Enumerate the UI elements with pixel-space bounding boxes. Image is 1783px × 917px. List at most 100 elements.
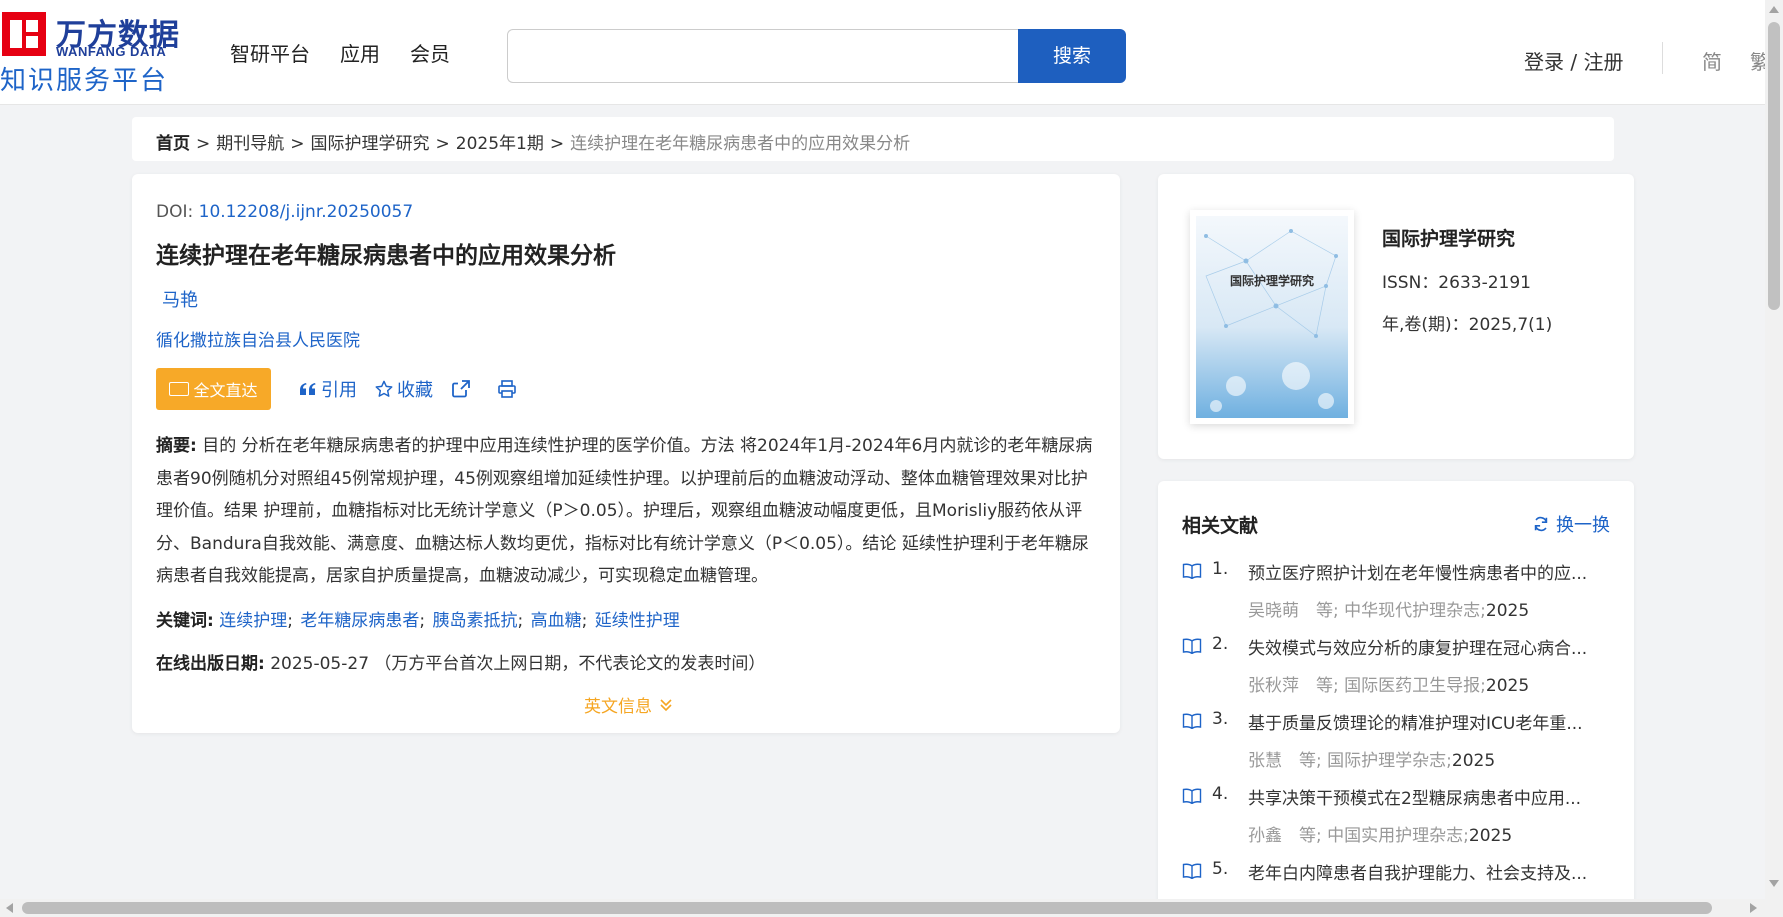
pubdate-label: 在线出版日期: — [156, 654, 265, 674]
cite-label: 引用 — [321, 380, 357, 401]
related-source: 中国实用护理杂志; — [1327, 826, 1469, 846]
breadcrumb-sep: > — [196, 134, 211, 154]
cover-title: 国际护理学研究 — [1229, 274, 1314, 288]
book-icon — [1182, 638, 1202, 654]
related-num: 2. — [1212, 634, 1229, 654]
refresh-label: 换一换 — [1556, 515, 1610, 536]
share-button[interactable] — [451, 379, 471, 399]
article-title: 连续护理在老年糖尿病患者中的应用效果分析 — [156, 243, 616, 269]
keyword-link[interactable]: 延续性护理 — [595, 611, 680, 631]
journal-card: 国际护理学研究 国际护理学研究 ISSN：2633-2191 年,卷(期)：20… — [1158, 174, 1634, 459]
english-info-label: 英文信息 — [584, 697, 652, 717]
related-heading: 相关文献 — [1182, 515, 1259, 537]
book-icon — [1182, 863, 1202, 879]
nav-item-apps[interactable]: 应用 — [340, 38, 380, 67]
horizontal-scrollbar[interactable] — [0, 899, 1765, 917]
keyword-sep: ; — [419, 611, 426, 631]
doi-link[interactable]: 10.12208/j.ijnr.20250057 — [199, 202, 414, 222]
breadcrumb-journal[interactable]: 国际护理学研究 — [311, 134, 430, 154]
collect-button[interactable]: 收藏 — [375, 376, 433, 402]
article-card: DOI: 10.12208/j.ijnr.20250057 连续护理在老年糖尿病… — [132, 174, 1120, 733]
related-num: 4. — [1212, 784, 1229, 804]
scroll-down-icon[interactable] — [1769, 880, 1779, 887]
article-actions: 全文直达 引用 收藏 — [156, 368, 517, 410]
document-icon — [169, 382, 190, 396]
related-item[interactable]: 3. 基于质量反馈理论的精准护理对ICU老年重... 张慧 等; 国际护理学杂志… — [1182, 709, 1612, 784]
breadcrumb-sep: > — [549, 134, 565, 154]
related-title[interactable]: 失效模式与效应分析的康复护理在冠心病合... — [1248, 634, 1610, 659]
abstract-text: 目的 分析在老年糖尿病患者的护理中应用连续性护理的医学价值。方法 将2024年1… — [156, 436, 1093, 586]
logo-en-text: WANFANG DATA — [56, 44, 167, 59]
related-num: 5. — [1212, 859, 1229, 879]
journal-name[interactable]: 国际护理学研究 — [1382, 224, 1515, 251]
abstract-label: 摘要: — [156, 436, 197, 456]
related-meta: 张秋萍 等; 国际医药卫生导报;2025 — [1248, 671, 1529, 696]
scroll-up-icon[interactable] — [1769, 6, 1779, 13]
journal-cover[interactable]: 国际护理学研究 — [1190, 210, 1354, 424]
refresh-icon — [1534, 516, 1548, 532]
breadcrumb-sep: > — [290, 134, 305, 154]
journal-issn: ISSN：2633-2191 — [1382, 273, 1531, 293]
wanfang-logo[interactable]: 万方数据 WANFANG DATA 知识服务平台 — [0, 8, 190, 96]
related-title[interactable]: 老年白内障患者自我护理能力、社会支持及... — [1248, 859, 1610, 884]
author-link[interactable]: 马艳 — [162, 286, 198, 312]
login-register-link[interactable]: 登录 / 注册 — [1524, 46, 1623, 75]
vertical-scroll-thumb[interactable] — [1768, 22, 1780, 310]
related-title[interactable]: 共享决策干预模式在2型糖尿病患者中应用... — [1248, 784, 1610, 809]
related-year: 2025 — [1451, 751, 1496, 771]
refresh-button[interactable]: 换一换 — [1532, 511, 1610, 537]
printer-icon — [498, 380, 516, 398]
full-text-button[interactable]: 全文直达 — [156, 368, 271, 410]
keyword-sep: ; — [287, 611, 293, 631]
scroll-left-icon[interactable] — [6, 903, 13, 913]
vertical-scrollbar[interactable] — [1765, 0, 1783, 917]
horizontal-scroll-thumb[interactable] — [22, 902, 1712, 914]
cite-button[interactable]: 引用 — [299, 376, 357, 402]
keyword-link[interactable]: 高血糖 — [531, 611, 582, 631]
related-title[interactable]: 预立医疗照护计划在老年慢性病患者中的应... — [1248, 559, 1610, 584]
related-literature-card: 相关文献 换一换 1. 预立医疗照护计划在老年慢性病患者中的应... 吴晓萌 等… — [1158, 481, 1634, 917]
keyword-link[interactable]: 连续护理 — [219, 611, 287, 631]
search-button[interactable]: 搜索 — [1018, 29, 1126, 83]
related-item[interactable]: 2. 失效模式与效应分析的康复护理在冠心病合... 张秋萍 等; 国际医药卫生导… — [1182, 634, 1612, 709]
organization-link[interactable]: 循化撒拉族自治县人民医院 — [156, 326, 360, 351]
keyword-sep: ; — [517, 611, 524, 631]
related-item[interactable]: 4. 共享决策干预模式在2型糖尿病患者中应用... 孙鑫 等; 中国实用护理杂志… — [1182, 784, 1612, 859]
breadcrumb-home[interactable]: 首页 — [156, 134, 190, 154]
breadcrumb-current: 连续护理在老年糖尿病患者中的应用效果分析 — [570, 134, 911, 154]
lang-simplified-toggle[interactable]: 简 — [1702, 46, 1722, 75]
top-header: 万方数据 WANFANG DATA 知识服务平台 智研平台 应用 会员 搜索 登… — [0, 0, 1765, 105]
breadcrumb-journal-nav[interactable]: 期刊导航 — [216, 134, 284, 154]
breadcrumb: 首页 > 期刊导航 > 国际护理学研究 >2025年1期 > 连续护理在老年糖尿病患者中的应用… — [132, 117, 1614, 161]
related-author: 吴晓萌 等; — [1248, 601, 1339, 621]
related-source: 国际护理学杂志; — [1327, 751, 1452, 771]
english-info-toggle[interactable]: 英文信息 — [584, 692, 674, 717]
keyword-link[interactable]: 胰岛素抵抗 — [433, 611, 518, 631]
pubdate-note: （万方平台首次上网日期，不代表论文的发表时间） — [374, 654, 766, 674]
related-meta: 吴晓萌 等; 中华现代护理杂志;2025 — [1248, 596, 1529, 621]
lang-traditional-toggle[interactable]: 繁 — [1750, 46, 1765, 75]
search-field-wrapper — [507, 29, 1019, 83]
quote-icon — [300, 383, 316, 395]
search-input[interactable] — [508, 30, 1019, 82]
nav-item-zhiyan[interactable]: 智研平台 — [230, 38, 310, 67]
publish-date-row: 在线出版日期: 2025-05-27 （万方平台首次上网日期，不代表论文的发表时… — [156, 649, 765, 674]
doi-label: DOI: — [156, 202, 199, 222]
related-title[interactable]: 基于质量反馈理论的精准护理对ICU老年重... — [1248, 709, 1610, 734]
keyword-link[interactable]: 老年糖尿病患者 — [300, 611, 419, 631]
full-text-label: 全文直达 — [193, 381, 258, 400]
related-year: 2025 — [1485, 601, 1530, 621]
related-source: 中华现代护理杂志; — [1344, 601, 1486, 621]
related-meta: 孙鑫 等; 中国实用护理杂志;2025 — [1248, 821, 1512, 846]
related-num: 1. — [1212, 559, 1229, 579]
scroll-right-icon[interactable] — [1750, 903, 1757, 913]
main-nav: 智研平台 应用 会员 — [230, 38, 450, 67]
related-item[interactable]: 1. 预立医疗照护计划在老年慢性病患者中的应... 吴晓萌 等; 中华现代护理杂… — [1182, 559, 1612, 634]
related-author: 孙鑫 等; — [1248, 826, 1322, 846]
book-icon — [1182, 788, 1202, 804]
keywords-label: 关键词: — [156, 611, 214, 631]
breadcrumb-issue[interactable]: 2025年1期 — [456, 134, 544, 154]
related-author: 张秋萍 等; — [1248, 676, 1339, 696]
nav-item-member[interactable]: 会员 — [410, 38, 450, 67]
print-button[interactable] — [497, 379, 517, 399]
